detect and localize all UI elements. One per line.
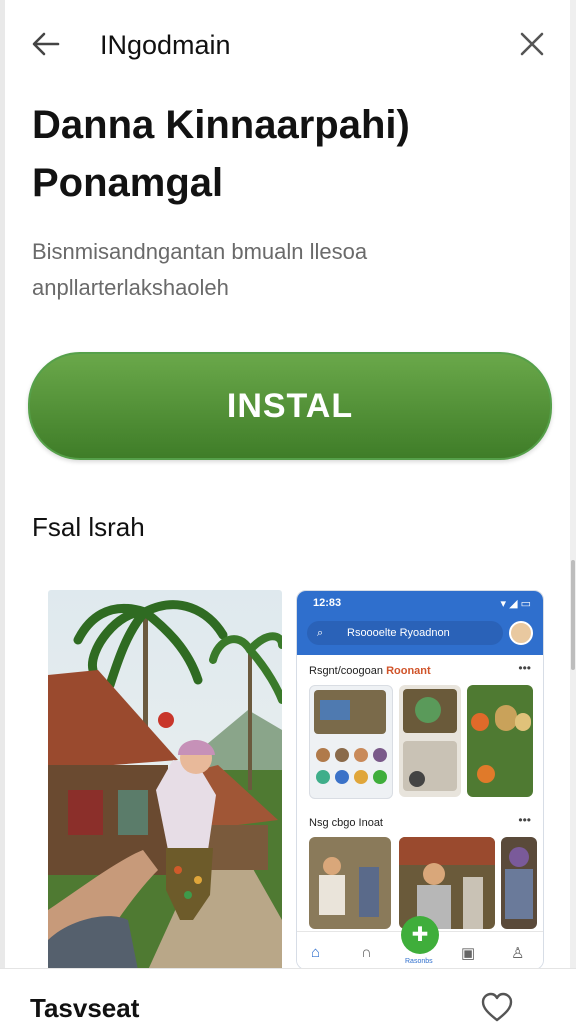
app-title: Danna Kinnaarpahi) Ponamgal — [32, 96, 552, 212]
app-description: Bisnmisandngantan bmualn llesoa anpllart… — [32, 234, 532, 306]
home-icon: ⌂ — [311, 944, 321, 961]
mock-tile-6 — [501, 837, 537, 929]
topbar-title: INgodmain — [100, 30, 231, 60]
mock-tile-5 — [399, 837, 495, 929]
mock-section-1-label: Rsgnt/coogoan — [309, 665, 383, 677]
app-title-line-1: Danna Kinnaarpahi) — [32, 103, 410, 147]
mock-tile-2 — [399, 685, 461, 797]
screenshot-photo[interactable] — [48, 590, 282, 970]
add-fab-icon: ✚ — [401, 916, 439, 954]
screenshots-heading: Fsal lsrah — [32, 512, 145, 542]
heart-outline-icon — [481, 992, 513, 1022]
avatar — [509, 621, 533, 645]
favorite-button[interactable] — [480, 991, 514, 1023]
calendar-icon: ▣ — [461, 945, 476, 962]
mock-section-2-title: Nsg cbgo Inoat — [309, 817, 383, 829]
mock-bottom-nav: ⌂ ∩ ✚ Rasonbs ▣ ♙ — [297, 916, 543, 969]
more-dots-icon: ••• — [518, 661, 531, 675]
top-app-bar: INgodmain — [0, 0, 576, 90]
scrollbar[interactable] — [571, 560, 575, 670]
mock-tile-3 — [467, 685, 533, 797]
install-button-label: INSTAL — [226, 386, 354, 425]
mock-tile-1 — [309, 685, 393, 799]
window-edge-right — [570, 0, 576, 1024]
back-button[interactable] — [28, 26, 64, 62]
app-description-line-1: Bisnmisandngantan bmualn llesoa — [32, 239, 368, 264]
village-photo-image — [48, 590, 282, 970]
headphones-icon: ∩ — [361, 944, 372, 961]
window-edge-left — [0, 0, 5, 1024]
arrow-left-icon — [32, 32, 60, 56]
screenshot-app-ui[interactable]: 12:83 ▾ ◢ ▭ ⌕ Rsoooelte Ryoadnon Rsgnt/c… — [296, 590, 544, 970]
close-icon — [520, 32, 544, 56]
mock-search-text: Rsoooelte Ryoadnon — [347, 627, 450, 639]
mock-section-1-highlight: Roonant — [386, 665, 431, 677]
search-icon: ⌕ — [317, 627, 324, 639]
mock-section-1-title: Rsgnt/coogoan Roonant — [309, 665, 431, 677]
profile-icon: ♙ — [511, 945, 525, 962]
mock-status-icons: ▾ ◢ ▭ — [500, 598, 532, 610]
mock-tile-4 — [309, 837, 391, 929]
mock-app-header: 12:83 ▾ ◢ ▭ ⌕ Rsoooelte Ryoadnon — [297, 591, 543, 655]
mock-status-time: 12:83 — [313, 597, 342, 609]
bottom-section-label: Tasvseat — [30, 993, 140, 1023]
app-title-line-2: Ponamgal — [32, 161, 224, 205]
more-dots-icon: ••• — [518, 813, 531, 827]
bottom-bar: Tasvseat — [0, 968, 576, 1025]
close-button[interactable] — [514, 26, 550, 62]
install-button[interactable]: INSTAL — [28, 352, 552, 460]
app-description-line-2: anpllarterlakshaoleh — [32, 275, 229, 300]
mock-fab-label: Rasonbs — [405, 958, 433, 965]
